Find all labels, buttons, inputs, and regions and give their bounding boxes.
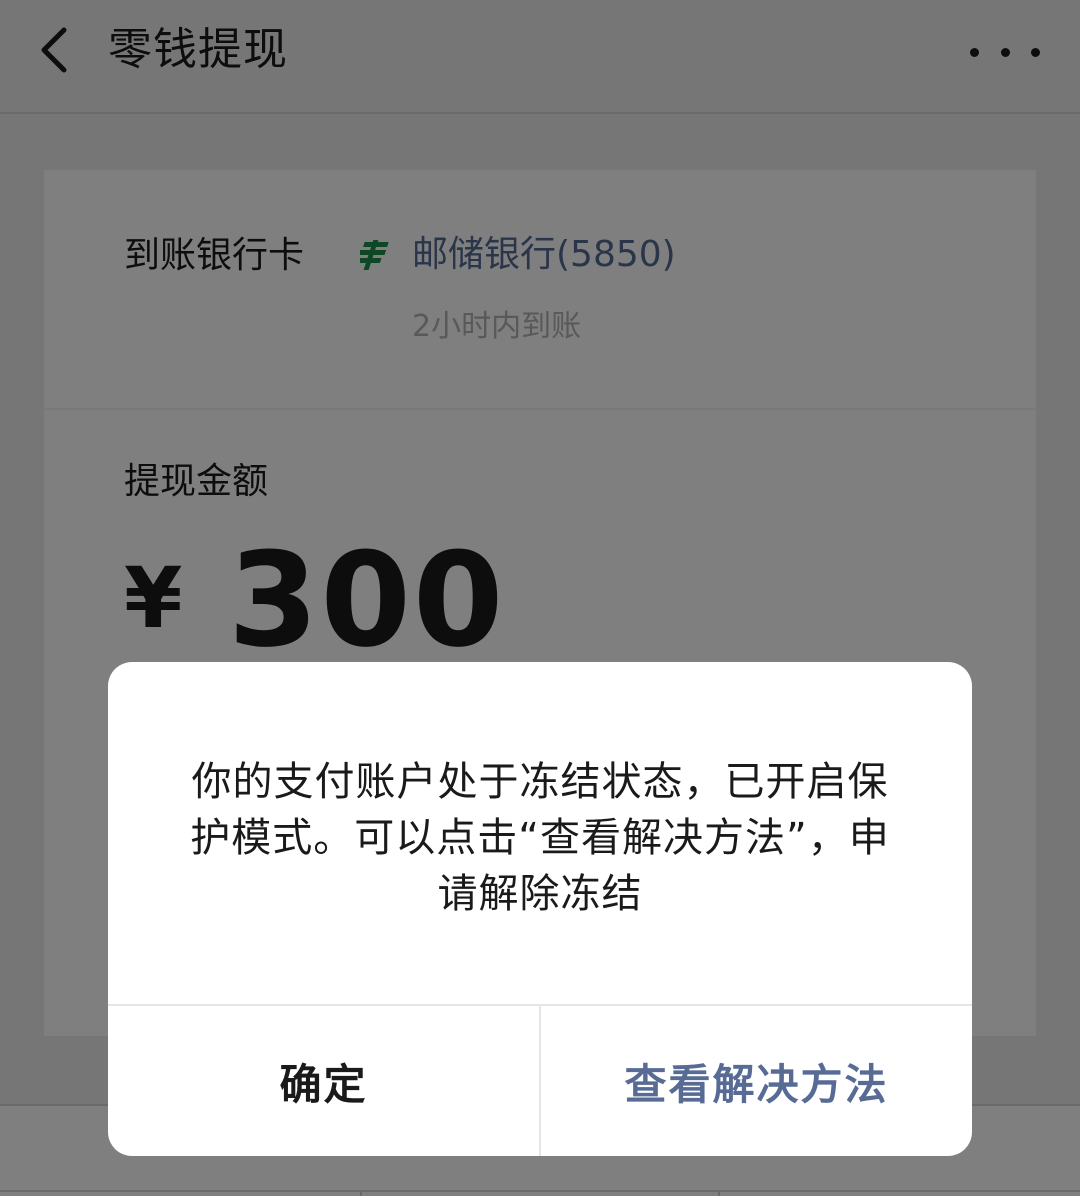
view-solution-button[interactable]: 查看解决方法 [541,1006,972,1156]
withdraw-page: 零钱提现 到账银行卡 邮储银行(5850) 2小时内到账 提现金额 ¥ 300 [0,0,1080,1196]
confirm-button[interactable]: 确定 [108,1006,539,1156]
dialog-message: 你的支付账户处于冻结状态，已开启保护模式。可以点击“查看解决方法”，申请解除冻结 [190,759,890,917]
frozen-account-dialog: 你的支付账户处于冻结状态，已开启保护模式。可以点击“查看解决方法”，申请解除冻结… [108,662,972,1156]
